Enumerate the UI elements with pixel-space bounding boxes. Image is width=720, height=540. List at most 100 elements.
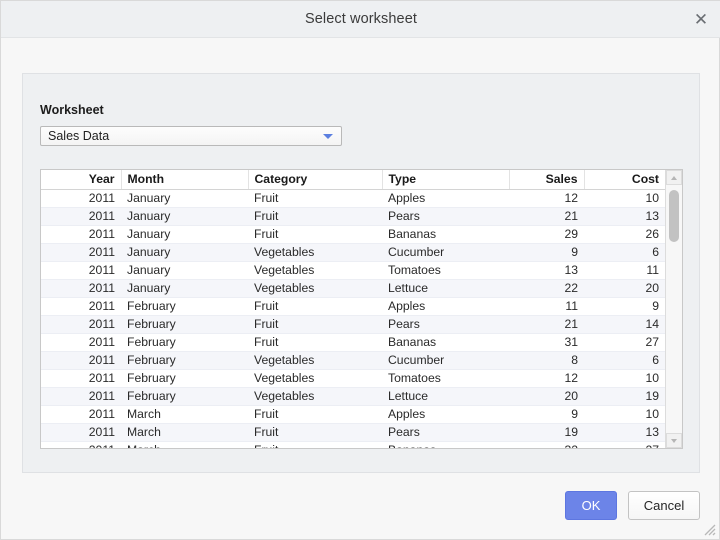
cell-category: Fruit (248, 423, 382, 441)
cell-category: Vegetables (248, 261, 382, 279)
cell-category: Vegetables (248, 387, 382, 405)
cell-year: 2011 (41, 189, 121, 207)
cell-sales: 21 (509, 207, 584, 225)
cell-month: January (121, 261, 248, 279)
cell-year: 2011 (41, 225, 121, 243)
column-header-type[interactable]: Type (382, 170, 509, 189)
cell-category: Vegetables (248, 279, 382, 297)
dialog-title: Select worksheet (1, 1, 720, 37)
chevron-down-icon (323, 134, 333, 139)
cell-type: Apples (382, 189, 509, 207)
cell-category: Fruit (248, 225, 382, 243)
cancel-button[interactable]: Cancel (628, 491, 700, 520)
table-header-row: Year Month Category Type Sales Cost (41, 170, 665, 189)
cell-month: February (121, 351, 248, 369)
cell-cost: 10 (584, 405, 665, 423)
table-header: Year Month Category Type Sales Cost (41, 170, 665, 189)
table-row[interactable]: 2011MarchFruitPears1913 (41, 423, 665, 441)
cell-cost: 13 (584, 207, 665, 225)
cell-type: Pears (382, 207, 509, 225)
worksheet-label: Worksheet (40, 103, 104, 117)
cell-sales: 32 (509, 441, 584, 449)
ok-button[interactable]: OK (565, 491, 617, 520)
table-row[interactable]: 2011MarchFruitBananas3227 (41, 441, 665, 449)
cell-type: Cucumber (382, 243, 509, 261)
grid-vertical-scrollbar[interactable] (665, 170, 682, 448)
worksheet-select[interactable]: Sales Data (40, 126, 342, 146)
cell-type: Tomatoes (382, 261, 509, 279)
cell-month: January (121, 279, 248, 297)
table-row[interactable]: 2011JanuaryFruitApples1210 (41, 189, 665, 207)
cell-type: Lettuce (382, 279, 509, 297)
table-row[interactable]: 2011FebruaryVegetablesCucumber86 (41, 351, 665, 369)
table-row[interactable]: 2011JanuaryVegetablesCucumber96 (41, 243, 665, 261)
column-header-sales[interactable]: Sales (509, 170, 584, 189)
table-body: 2011JanuaryFruitApples12102011JanuaryFru… (41, 189, 665, 449)
cell-type: Bananas (382, 441, 509, 449)
cell-cost: 13 (584, 423, 665, 441)
cell-type: Lettuce (382, 387, 509, 405)
content-panel: Worksheet Sales Data Year Month Category… (22, 73, 700, 473)
table-row[interactable]: 2011JanuaryFruitBananas2926 (41, 225, 665, 243)
table-row[interactable]: 2011JanuaryVegetablesTomatoes1311 (41, 261, 665, 279)
cell-cost: 10 (584, 369, 665, 387)
resize-grip-icon[interactable] (702, 522, 716, 536)
scrollbar-thumb[interactable] (669, 190, 679, 242)
cell-month: January (121, 225, 248, 243)
cell-month: January (121, 189, 248, 207)
cell-sales: 9 (509, 243, 584, 261)
table-row[interactable]: 2011FebruaryFruitApples119 (41, 297, 665, 315)
cell-year: 2011 (41, 405, 121, 423)
table-row[interactable]: 2011JanuaryFruitPears2113 (41, 207, 665, 225)
cell-sales: 9 (509, 405, 584, 423)
cell-sales: 11 (509, 297, 584, 315)
cell-year: 2011 (41, 423, 121, 441)
table-row[interactable]: 2011FebruaryFruitBananas3127 (41, 333, 665, 351)
column-header-category[interactable]: Category (248, 170, 382, 189)
cell-sales: 12 (509, 369, 584, 387)
cell-year: 2011 (41, 279, 121, 297)
cell-type: Bananas (382, 225, 509, 243)
cell-sales: 19 (509, 423, 584, 441)
cell-cost: 10 (584, 189, 665, 207)
cell-year: 2011 (41, 333, 121, 351)
cell-year: 2011 (41, 315, 121, 333)
cell-year: 2011 (41, 243, 121, 261)
column-header-month[interactable]: Month (121, 170, 248, 189)
table-row[interactable]: 2011MarchFruitApples910 (41, 405, 665, 423)
worksheet-preview-grid[interactable]: Year Month Category Type Sales Cost 2011… (40, 169, 683, 449)
cell-type: Bananas (382, 333, 509, 351)
cell-cost: 27 (584, 441, 665, 449)
cell-sales: 12 (509, 189, 584, 207)
table-row[interactable]: 2011FebruaryVegetablesLettuce2019 (41, 387, 665, 405)
scroll-up-arrow-icon[interactable] (666, 170, 682, 185)
cell-type: Pears (382, 315, 509, 333)
cell-month: February (121, 315, 248, 333)
table-row[interactable]: 2011FebruaryVegetablesTomatoes1210 (41, 369, 665, 387)
cell-category: Fruit (248, 405, 382, 423)
cell-cost: 27 (584, 333, 665, 351)
cell-year: 2011 (41, 387, 121, 405)
column-header-year[interactable]: Year (41, 170, 121, 189)
close-icon[interactable]: ✕ (687, 6, 715, 33)
cell-year: 2011 (41, 441, 121, 449)
cell-year: 2011 (41, 261, 121, 279)
cell-month: February (121, 387, 248, 405)
cell-sales: 8 (509, 351, 584, 369)
cell-sales: 13 (509, 261, 584, 279)
scroll-down-arrow-icon[interactable] (666, 433, 682, 448)
cell-type: Apples (382, 297, 509, 315)
cell-month: February (121, 333, 248, 351)
table-row[interactable]: 2011JanuaryVegetablesLettuce2220 (41, 279, 665, 297)
cell-category: Vegetables (248, 243, 382, 261)
cell-cost: 6 (584, 351, 665, 369)
cell-month: January (121, 207, 248, 225)
table-row[interactable]: 2011FebruaryFruitPears2114 (41, 315, 665, 333)
cell-month: February (121, 297, 248, 315)
cell-sales: 22 (509, 279, 584, 297)
cell-month: March (121, 441, 248, 449)
column-header-cost[interactable]: Cost (584, 170, 665, 189)
cell-sales: 29 (509, 225, 584, 243)
cell-month: February (121, 369, 248, 387)
cell-year: 2011 (41, 297, 121, 315)
